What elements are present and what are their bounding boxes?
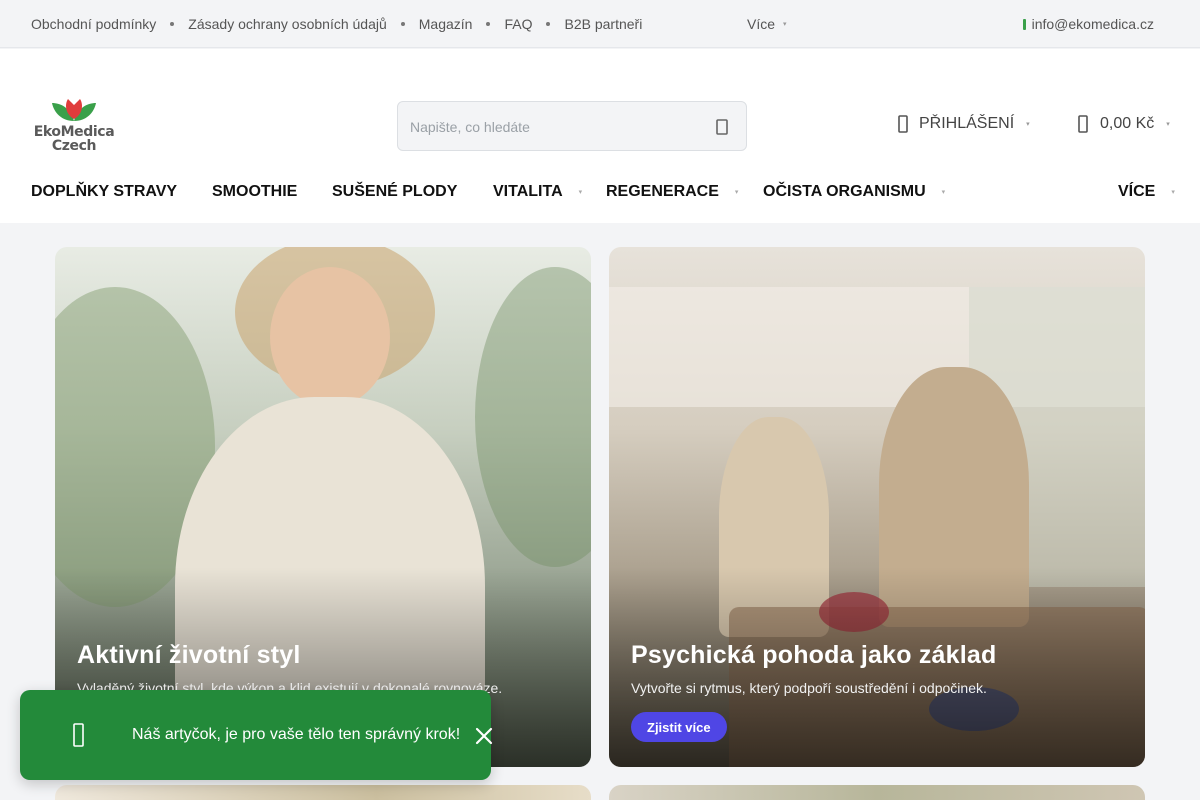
separator-dot [400, 22, 405, 26]
main-nav: DOPLŇKY STRAVY SMOOTHIE SUŠENÉ PLODY VIT… [31, 183, 1175, 203]
link-b2b[interactable]: B2B partneři [564, 16, 642, 32]
nav-label: SUŠENÉ PLODY [332, 183, 458, 200]
nav-item-regeneration[interactable]: REGENERACE ▾ [606, 183, 738, 201]
cart-button[interactable]: 0,00 Kč ▾ [1078, 115, 1170, 133]
caret-down-icon: ▾ [1166, 121, 1170, 128]
search-input[interactable] [410, 116, 700, 138]
site-header: EkoMedica Czech PŘIHLÁŠENÍ ▾ 0,00 Kč ▾ D… [0, 49, 1200, 223]
promo-card-active-lifestyle[interactable]: Aktivní životní styl Vyladěný životní st… [55, 247, 591, 767]
email-address: info@ekomedica.cz [1031, 16, 1154, 32]
promo-card-mental-wellbeing[interactable]: Psychická pohoda jako základ Vytvořte si… [609, 247, 1145, 767]
top-more-dropdown[interactable]: Více ▾ [747, 16, 787, 32]
logo[interactable]: EkoMedica Czech [32, 97, 116, 157]
card-description: Vytvořte si rytmus, který podpoří soustř… [631, 680, 987, 696]
caret-down-icon: ▾ [734, 189, 739, 196]
top-bar: Obchodní podmínky Zásady ochrany osobníc… [0, 0, 1200, 48]
cart-total: 0,00 Kč [1100, 115, 1155, 132]
plant-shape [475, 267, 591, 567]
nav-label: DOPLŇKY STRAVY [31, 183, 178, 200]
nav-item-supplements[interactable]: DOPLŇKY STRAVY [31, 183, 177, 201]
login-button[interactable]: PŘIHLÁŠENÍ ▾ [898, 115, 1030, 133]
nav-label: VITALITA [493, 183, 563, 200]
caret-down-icon: ▾ [941, 189, 946, 196]
caret-down-icon: ▾ [783, 21, 787, 28]
nav-label: VÍCE [1118, 183, 1156, 200]
contact-email[interactable]: info@ekomedica.cz [1022, 16, 1154, 32]
separator-dot [486, 22, 491, 26]
caret-down-icon: ▾ [578, 189, 583, 196]
nav-label: REGENERACE [606, 183, 719, 200]
logo-line2: Czech [51, 138, 97, 154]
link-magazine[interactable]: Magazín [419, 16, 473, 32]
nav-item-smoothie[interactable]: SMOOTHIE [212, 183, 297, 201]
learn-more-button[interactable]: Zjistit více [631, 712, 727, 742]
link-privacy[interactable]: Zásady ochrany osobních údajů [188, 16, 386, 32]
link-terms[interactable]: Obchodní podmínky [31, 16, 156, 32]
nav-label: OČISTA ORGANISMU [763, 183, 926, 200]
face-shape [270, 267, 390, 407]
top-more-label: Více [747, 16, 776, 32]
user-icon [898, 115, 908, 133]
promo-toast: Náš artyčok, je pro vaše tělo ten správn… [20, 690, 493, 780]
card-title: Aktivní životní styl [77, 641, 301, 669]
separator-dot [546, 22, 551, 26]
close-icon[interactable] [475, 727, 493, 745]
nav-item-more[interactable]: VÍCE ▾ [1118, 183, 1175, 201]
logo-line1: EkoMedica [33, 124, 115, 140]
nav-label: SMOOTHIE [212, 183, 298, 200]
search-box [397, 101, 747, 151]
nav-item-detox[interactable]: OČISTA ORGANISMU ▾ [763, 183, 945, 201]
login-label: PŘIHLÁŠENÍ [919, 115, 1015, 132]
top-links: Obchodní podmínky Zásady ochrany osobníc… [31, 16, 642, 32]
logo-leaves-icon [52, 99, 96, 121]
nav-item-dried-fruit[interactable]: SUŠENÉ PLODY [332, 183, 457, 201]
card-title: Psychická pohoda jako základ [631, 641, 997, 669]
nav-item-vitality[interactable]: VITALITA ▾ [493, 183, 582, 201]
caret-down-icon: ▾ [1026, 121, 1030, 128]
caret-down-icon: ▾ [1171, 189, 1175, 196]
separator-dot [170, 22, 175, 26]
search-icon[interactable] [716, 119, 728, 135]
promo-card-next[interactable] [55, 785, 591, 800]
toast-message: Náš artyčok, je pro vaše tělo ten správn… [132, 726, 461, 743]
leaf-icon [73, 723, 84, 747]
link-faq[interactable]: FAQ [504, 16, 532, 32]
envelope-icon [1022, 18, 1026, 30]
shopping-bag-icon [1078, 115, 1088, 133]
promo-card-next[interactable] [609, 785, 1145, 800]
logo-text: EkoMedica Czech [32, 125, 116, 153]
